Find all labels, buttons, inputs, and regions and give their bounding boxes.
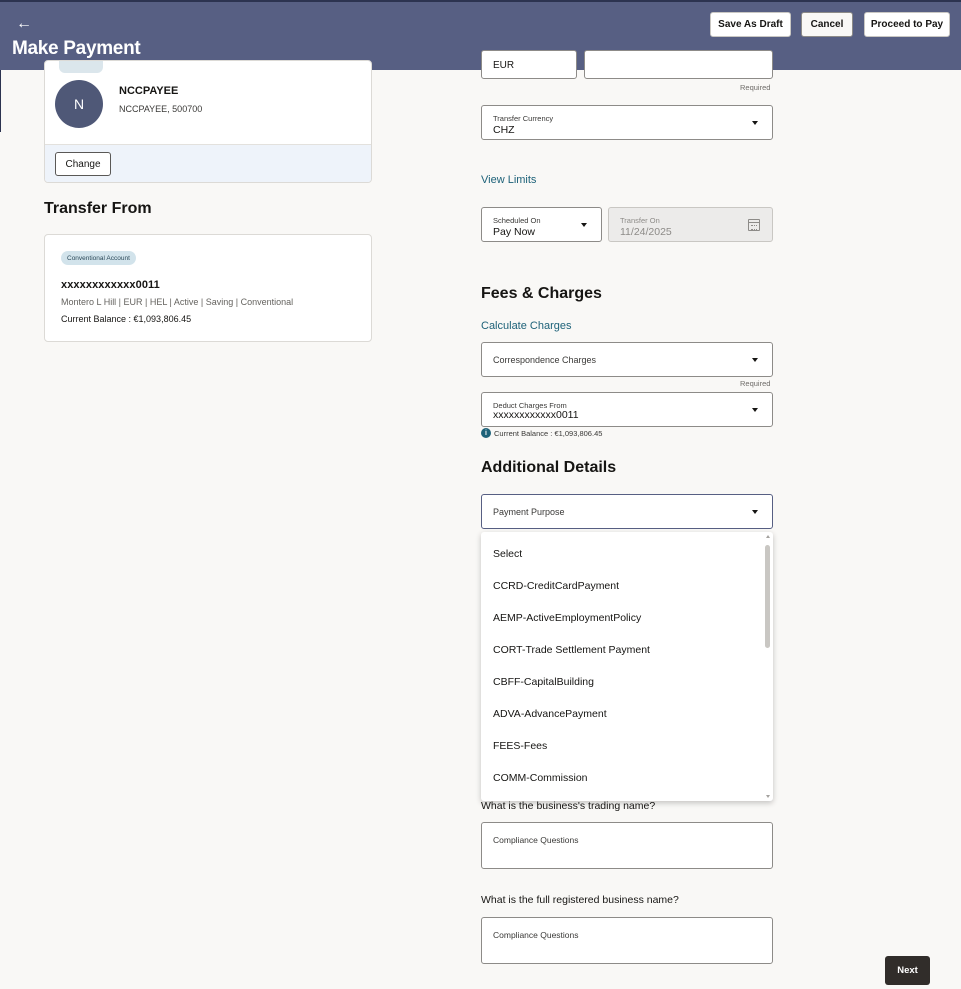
account-type-badge: Conventional Account: [61, 251, 136, 265]
dropdown-scrollbar[interactable]: [765, 545, 770, 648]
scroll-up-icon[interactable]: [766, 535, 770, 538]
chevron-down-icon: [581, 222, 587, 227]
dropdown-option[interactable]: CBFF-CapitalBuilding: [493, 676, 594, 688]
payment-purpose-placeholder: Payment Purpose: [493, 506, 565, 517]
dropdown-option[interactable]: CORT-Trade Settlement Payment: [493, 644, 650, 656]
compliance-question-1: What is the business's trading name?: [481, 800, 656, 812]
payee-name: NCCPAYEE: [119, 85, 179, 97]
amount-input[interactable]: [584, 50, 773, 79]
payment-purpose-dropdown[interactable]: Select CCRD-CreditCardPayment AEMP-Activ…: [481, 532, 773, 801]
transfer-on-date-field: Transfer On 11/24/2025: [608, 207, 773, 242]
transfer-currency-select[interactable]: Transfer Currency CHZ: [481, 105, 773, 140]
info-icon: i: [481, 428, 491, 438]
correspondence-charges-select[interactable]: Correspondence Charges: [481, 342, 773, 377]
compliance-answer-2-placeholder: Compliance Questions: [493, 930, 579, 940]
dropdown-option[interactable]: COMM-Commission: [493, 772, 588, 784]
correspondence-required-label: Required: [740, 379, 771, 388]
transfer-from-heading: Transfer From: [44, 200, 152, 217]
payee-card-footer: Change: [45, 144, 371, 182]
additional-details-heading: Additional Details: [481, 459, 617, 476]
proceed-to-pay-button[interactable]: Proceed to Pay: [864, 12, 950, 37]
transfer-currency-label: Transfer Currency: [493, 114, 554, 123]
transfer-on-value: 11/24/2025: [620, 226, 672, 238]
amount-required-label: Required: [740, 83, 771, 92]
deduct-charges-value: xxxxxxxxxxxx0011: [493, 409, 579, 421]
cancel-button[interactable]: Cancel: [801, 12, 853, 37]
chevron-down-icon: [752, 357, 758, 362]
payee-details: NCCPAYEE, 500700: [119, 104, 203, 114]
compliance-answer-1-placeholder: Compliance Questions: [493, 835, 579, 845]
scroll-down-icon[interactable]: [766, 795, 770, 798]
dropdown-option[interactable]: ADVA-AdvancePayment: [493, 708, 607, 720]
transfer-on-label: Transfer On: [620, 216, 660, 225]
payment-purpose-select[interactable]: Payment Purpose: [481, 494, 773, 529]
transfer-currency-value: CHZ: [493, 124, 515, 136]
amount-currency-select[interactable]: EUR: [481, 50, 577, 79]
calculate-charges-link[interactable]: Calculate Charges: [481, 320, 572, 332]
dropdown-option[interactable]: AEMP-ActiveEmploymentPolicy: [493, 612, 641, 624]
dropdown-option[interactable]: CCRD-CreditCardPayment: [493, 580, 619, 592]
chevron-down-icon: [752, 509, 758, 514]
account-info: Montero L Hill | EUR | HEL | Active | Sa…: [61, 297, 294, 307]
next-button[interactable]: Next: [885, 956, 930, 985]
scheduled-on-label: Scheduled On: [493, 216, 541, 225]
account-number: xxxxxxxxxxxx0011: [61, 279, 160, 291]
dropdown-option[interactable]: FEES-Fees: [493, 740, 547, 752]
payee-stub: [59, 61, 103, 73]
correspondence-charges-placeholder: Correspondence Charges: [493, 354, 597, 365]
scheduled-on-select[interactable]: Scheduled On Pay Now: [481, 207, 602, 242]
scheduled-on-value: Pay Now: [493, 226, 536, 238]
left-rule: [0, 70, 1, 132]
chevron-down-icon: [752, 407, 758, 412]
chevron-down-icon: [752, 120, 758, 125]
deduct-balance-note: Current Balance : €1,093,806.45: [494, 429, 603, 438]
fees-charges-heading: Fees & Charges: [481, 285, 602, 302]
amount-currency-value: EUR: [493, 60, 515, 71]
compliance-question-2: What is the full registered business nam…: [481, 894, 679, 906]
transfer-from-card[interactable]: Conventional Account xxxxxxxxxxxx0011 Mo…: [44, 234, 372, 342]
save-as-draft-button[interactable]: Save As Draft: [710, 12, 791, 37]
account-balance: Current Balance : €1,093,806.45: [61, 314, 192, 324]
back-arrow-icon[interactable]: ←: [16, 14, 32, 34]
change-payee-button[interactable]: Change: [55, 152, 111, 176]
compliance-answer-1[interactable]: Compliance Questions: [481, 822, 773, 869]
dropdown-option[interactable]: Select: [493, 548, 522, 560]
page-title: Make Payment: [12, 38, 141, 59]
avatar: N: [55, 80, 103, 128]
calendar-icon: [748, 219, 760, 231]
payee-card: N NCCPAYEE NCCPAYEE, 500700 Change: [44, 60, 372, 183]
view-limits-link[interactable]: View Limits: [481, 174, 536, 186]
deduct-charges-from-select[interactable]: Deduct Charges From xxxxxxxxxxxx0011: [481, 392, 773, 427]
compliance-answer-2[interactable]: Compliance Questions: [481, 917, 773, 964]
